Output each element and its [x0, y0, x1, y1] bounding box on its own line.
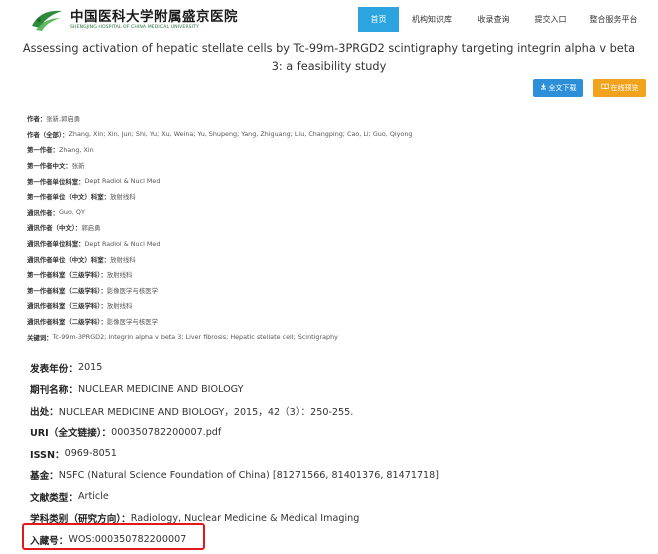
meta-first-author: 第一作者： Zhang, Xin [27, 145, 94, 155]
meta-corresponding-author-cn: 通讯作者（中文）： 郭启勇 [27, 224, 101, 233]
hospital-logo[interactable]: 中国医科大学附属盛京医院 SHENGJING HOSPITAL OF CHINA… [30, 8, 238, 32]
hospital-logo-icon [30, 8, 64, 32]
detail-fund: 基金： NSFC (Natural Science Foundation of C… [30, 469, 440, 483]
meta-first-author-level3: 第一作者科室（三级学科）： 放射线科 [27, 271, 133, 280]
meta-first-author-level2: 第一作者科室（二级学科）： 影像医学与核医学 [27, 286, 159, 295]
meta-first-author-dept-cn: 第一作者单位（中文）科室： 放射线科 [27, 193, 136, 202]
accession-highlight-box [22, 523, 205, 550]
meta-first-author-cn: 第一作者中文： 张新 [27, 162, 85, 171]
detail-issn: ISSN： 0969-8051 [30, 448, 117, 461]
meta-corresponding-dept: 通讯作者单位科室： Dept Radiol & Nucl Med [27, 239, 161, 249]
logo-chinese-name: 中国医科大学附属盛京医院 [70, 8, 238, 25]
nav-submit[interactable]: 提交入口 [522, 7, 579, 32]
meta-corresponding-level3: 通讯作者科室（三级学科）： 放射线科 [27, 302, 133, 311]
nav-repository[interactable]: 机构知识库 [399, 7, 465, 32]
book-icon [600, 79, 609, 97]
nav-platform[interactable]: 整合服务平台 [579, 7, 648, 32]
uri-link[interactable]: 000350782200007.pdf [111, 427, 221, 438]
preview-label: 在线预览 [610, 84, 639, 92]
meta-all-authors: 作者（全部）： Zhang, Xin; Xin, Jun; Shi, Yu; Xu… [27, 130, 413, 139]
nav-search[interactable]: 收录查询 [465, 7, 522, 32]
meta-corresponding-author: 通讯作者： Guo, QY [27, 208, 85, 217]
meta-keywords: 关键词： Tc-99m-3PRGD2; Integrin alpha v beta… [27, 333, 338, 342]
detail-year: 发表年份： 2015 [30, 362, 103, 375]
meta-first-author-dept: 第一作者单位科室： Dept Radiol & Nucl Med [27, 177, 161, 186]
page-title: Assessing activation of hepatic stellate… [22, 42, 636, 73]
download-icon [540, 79, 547, 97]
logo-english-name: SHENGJING HOSPITAL OF CHINA MEDICAL UNIV… [70, 24, 199, 30]
author-metadata: 作者： 张新,郭启勇 作者（全部）： Zhang, Xin; Xin, Jun; S… [27, 111, 412, 345]
meta-corresponding-dept-cn: 通讯作者单位（中文）科室： 放射线科 [27, 255, 136, 264]
detail-doc-type: 文献类型： Article [30, 491, 109, 504]
publication-details: 发表年份： 2015 期刊名称： NUCLEAR MEDICINE AND BIOL… [30, 357, 439, 551]
download-label: 全文下载 [548, 84, 577, 92]
preview-button[interactable]: 在线预览 [593, 79, 646, 97]
detail-source: 出处： NUCLEAR MEDICINE AND BIOLOGY，2015，42（… [30, 406, 354, 418]
meta-author: 作者： 张新,郭启勇 [27, 115, 81, 124]
detail-uri: URI（全文链接）： 000350782200007.pdf [30, 426, 222, 440]
detail-journal: 期刊名称： NUCLEAR MEDICINE AND BIOLOGY [30, 383, 244, 397]
nav-home[interactable]: 首页 [358, 7, 399, 32]
main-nav: 首页 机构知识库 收录查询 提交入口 整合服务平台 [358, 7, 648, 32]
meta-corresponding-level2: 通讯作者科室（二级学科）： 影像医学与核医学 [27, 318, 159, 327]
site-header: 中国医科大学附属盛京医院 SHENGJING HOSPITAL OF CHINA… [0, 0, 658, 38]
download-button[interactable]: 全文下载 [533, 79, 583, 97]
